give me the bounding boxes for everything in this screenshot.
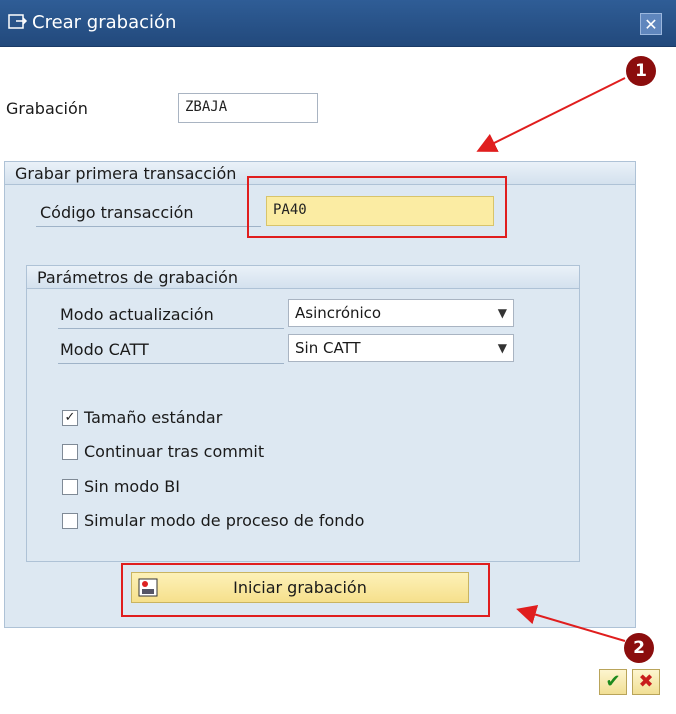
title-bar: Crear grabación ✕: [0, 0, 676, 47]
catt-mode-select[interactable]: Sin CATT ▼: [288, 334, 514, 362]
update-mode-underline: [58, 328, 284, 329]
checkmark-icon: ✔: [605, 671, 621, 692]
recording-label: Grabación: [6, 99, 88, 118]
checkbox-continue-after-commit-label: Continuar tras commit: [84, 442, 265, 461]
close-button[interactable]: ✕: [640, 13, 662, 35]
checkbox-standard-size-label: Tamaño estándar: [84, 408, 223, 427]
tcode-label: Código transacción: [40, 203, 194, 222]
checkbox-no-bi-mode[interactable]: [62, 479, 78, 495]
dialog-window: Crear grabación ✕ Grabación ZBAJA Grabar…: [0, 0, 676, 714]
params-group-header: Parámetros de grabación: [26, 265, 580, 289]
chevron-down-icon: ▼: [497, 341, 507, 355]
annotation-badge-2: 2: [624, 633, 654, 663]
start-button-highlight-box: [121, 563, 490, 617]
window-title: Crear grabación: [32, 12, 177, 33]
tcode-highlight-box: [247, 176, 507, 238]
group-first-transaction-title: Grabar primera transacción: [15, 164, 237, 183]
catt-mode-underline: [58, 363, 284, 364]
checkbox-standard-size[interactable]: ✓: [62, 410, 78, 426]
checkbox-simulate-background[interactable]: [62, 513, 78, 529]
cancel-button[interactable]: ✖: [632, 669, 660, 695]
tcode-label-underline: [36, 226, 261, 227]
catt-mode-value: Sin CATT: [295, 339, 361, 357]
checkbox-simulate-background-label: Simular modo de proceso de fondo: [84, 511, 365, 530]
cancel-icon: ✖: [638, 671, 654, 692]
close-icon: ✕: [644, 15, 658, 34]
ok-button[interactable]: ✔: [599, 669, 627, 695]
recording-input[interactable]: ZBAJA: [178, 93, 318, 123]
chevron-down-icon: ▼: [497, 306, 507, 320]
update-mode-select[interactable]: Asincrónico ▼: [288, 299, 514, 327]
update-mode-value: Asincrónico: [295, 304, 382, 322]
annotation-badge-1: 1: [626, 56, 656, 86]
catt-mode-label: Modo CATT: [60, 340, 149, 359]
checkbox-continue-after-commit[interactable]: [62, 444, 78, 460]
checkbox-no-bi-mode-label: Sin modo BI: [84, 477, 180, 496]
params-group-title: Parámetros de grabación: [37, 268, 239, 287]
window-icon: [8, 13, 28, 31]
update-mode-label: Modo actualización: [60, 305, 214, 324]
